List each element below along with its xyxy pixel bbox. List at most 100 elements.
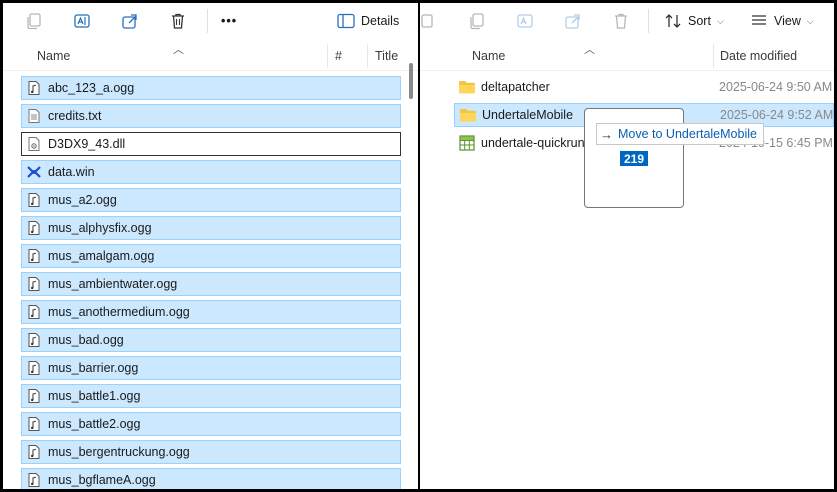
file-row[interactable]: mus_bad.ogg bbox=[21, 328, 401, 352]
rename-button[interactable] bbox=[512, 9, 538, 33]
view-button[interactable]: View ⌵ bbox=[750, 9, 814, 33]
copy-button[interactable] bbox=[21, 9, 47, 33]
copy-icon bbox=[470, 13, 484, 30]
left-explorer-pane: ••• Details ︿ Name # Title abc_123_a.ogg… bbox=[3, 3, 418, 489]
file-name: data.win bbox=[48, 165, 95, 179]
toolbar-divider bbox=[648, 9, 649, 33]
item-date-modified: 2025-06-24 9:50 AM bbox=[719, 80, 833, 94]
column-separator[interactable] bbox=[713, 44, 714, 68]
file-row[interactable]: credits.txt bbox=[21, 104, 401, 128]
share-button[interactable] bbox=[560, 9, 586, 33]
file-name: credits.txt bbox=[48, 109, 102, 123]
trash-icon bbox=[615, 13, 627, 29]
copy-button[interactable] bbox=[464, 9, 490, 33]
file-row[interactable]: D3DX9_43.dll bbox=[21, 132, 401, 156]
file-row[interactable]: mus_battle1.ogg bbox=[21, 384, 401, 408]
sort-ascending-icon: ︿ bbox=[173, 44, 184, 56]
column-name-header[interactable]: Name bbox=[37, 49, 70, 63]
details-label: Details bbox=[361, 14, 400, 28]
file-name: mus_bgflameA.ogg bbox=[48, 473, 156, 487]
column-title-header[interactable]: Title bbox=[375, 49, 398, 63]
audio-file-icon bbox=[26, 416, 42, 432]
file-row[interactable]: abc_123_a.ogg bbox=[21, 76, 401, 100]
delete-button[interactable] bbox=[165, 9, 191, 33]
item-row[interactable]: deltapatcher 2025-06-24 9:50 AM bbox=[454, 75, 834, 99]
arrow-right-icon: → bbox=[600, 126, 613, 142]
file-row[interactable]: mus_alphysfix.ogg bbox=[21, 216, 401, 240]
file-row[interactable]: mus_bergentruckung.ogg bbox=[21, 440, 401, 464]
sort-button[interactable]: Sort ⌵ bbox=[664, 9, 724, 33]
right-explorer-pane: Sort ⌵ View ⌵ ︿ Name Date modified delta… bbox=[420, 3, 834, 489]
file-row[interactable]: mus_bgflameA.ogg bbox=[21, 468, 401, 489]
file-row[interactable]: data.win bbox=[21, 160, 401, 184]
file-name: mus_ambientwater.ogg bbox=[48, 277, 178, 291]
file-row[interactable]: mus_anothermedium.ogg bbox=[21, 300, 401, 324]
file-row[interactable]: mus_battle2.ogg bbox=[21, 412, 401, 436]
audio-file-icon bbox=[26, 192, 42, 208]
audio-file-icon bbox=[26, 80, 42, 96]
file-name: mus_battle2.ogg bbox=[48, 417, 141, 431]
data-file-icon bbox=[26, 164, 42, 180]
item-date-modified: 2025-06-24 9:52 AM bbox=[720, 108, 834, 122]
sort-icon bbox=[665, 14, 681, 28]
details-pane-icon bbox=[337, 13, 355, 29]
file-name: mus_amalgam.ogg bbox=[48, 249, 155, 263]
share-icon bbox=[565, 14, 580, 29]
toolbar-divider bbox=[207, 9, 208, 33]
audio-file-icon bbox=[26, 220, 42, 236]
more-options-button[interactable]: ••• bbox=[221, 9, 237, 33]
share-button[interactable] bbox=[117, 9, 143, 33]
audio-file-icon bbox=[26, 444, 42, 460]
folder-icon bbox=[459, 107, 477, 123]
rename-icon bbox=[74, 14, 90, 28]
file-name: mus_alphysfix.ogg bbox=[48, 221, 152, 235]
chevron-down-icon: ⌵ bbox=[806, 15, 814, 26]
audio-file-icon bbox=[26, 388, 42, 404]
spreadsheet-file-icon bbox=[458, 135, 476, 151]
column-name-header[interactable]: Name bbox=[472, 49, 505, 63]
audio-file-icon bbox=[26, 332, 42, 348]
rename-button[interactable] bbox=[69, 9, 95, 33]
file-name: mus_bad.ogg bbox=[48, 333, 124, 347]
file-row[interactable]: mus_ambientwater.ogg bbox=[21, 272, 401, 296]
file-row[interactable]: mus_barrier.ogg bbox=[21, 356, 401, 380]
file-name: mus_battle1.ogg bbox=[48, 389, 141, 403]
sort-label: Sort bbox=[688, 14, 711, 28]
details-button[interactable]: Details bbox=[337, 9, 399, 33]
file-row[interactable]: mus_amalgam.ogg bbox=[21, 244, 401, 268]
left-toolbar: ••• Details bbox=[3, 3, 418, 39]
dll-file-icon bbox=[26, 136, 42, 152]
trash-icon bbox=[172, 13, 184, 29]
left-column-header: ︿ Name # Title bbox=[3, 44, 418, 71]
vertical-scrollbar[interactable] bbox=[409, 63, 413, 99]
text-file-icon bbox=[26, 108, 42, 124]
view-label: View bbox=[774, 14, 801, 28]
file-name: mus_a2.ogg bbox=[48, 193, 117, 207]
ellipsis-icon: ••• bbox=[221, 14, 238, 28]
delete-button[interactable] bbox=[608, 9, 634, 33]
cut-icon bbox=[421, 14, 433, 28]
chevron-down-icon: ⌵ bbox=[716, 15, 724, 26]
column-separator[interactable] bbox=[327, 44, 328, 68]
file-name: mus_barrier.ogg bbox=[48, 361, 139, 375]
audio-file-icon bbox=[26, 472, 42, 488]
file-name: mus_anothermedium.ogg bbox=[48, 305, 190, 319]
column-number-header[interactable]: # bbox=[335, 49, 342, 63]
drag-item-count-badge: 219 bbox=[620, 151, 648, 166]
view-list-icon bbox=[752, 15, 766, 25]
drag-tooltip-text: Move to UndertaleMobile bbox=[618, 127, 757, 141]
copy-icon bbox=[27, 13, 41, 30]
right-toolbar: Sort ⌵ View ⌵ bbox=[420, 3, 834, 39]
file-name: abc_123_a.ogg bbox=[48, 81, 135, 95]
file-name: mus_bergentruckung.ogg bbox=[48, 445, 190, 459]
cut-button[interactable] bbox=[420, 9, 441, 33]
folder-icon bbox=[458, 79, 476, 95]
item-name: deltapatcher bbox=[481, 80, 550, 94]
audio-file-icon bbox=[26, 248, 42, 264]
right-column-header: ︿ Name Date modified bbox=[420, 44, 834, 71]
column-date-modified-header[interactable]: Date modified bbox=[720, 49, 797, 63]
file-name: D3DX9_43.dll bbox=[48, 137, 126, 151]
file-row[interactable]: mus_a2.ogg bbox=[21, 188, 401, 212]
rename-icon bbox=[517, 14, 533, 28]
column-separator[interactable] bbox=[367, 44, 368, 68]
